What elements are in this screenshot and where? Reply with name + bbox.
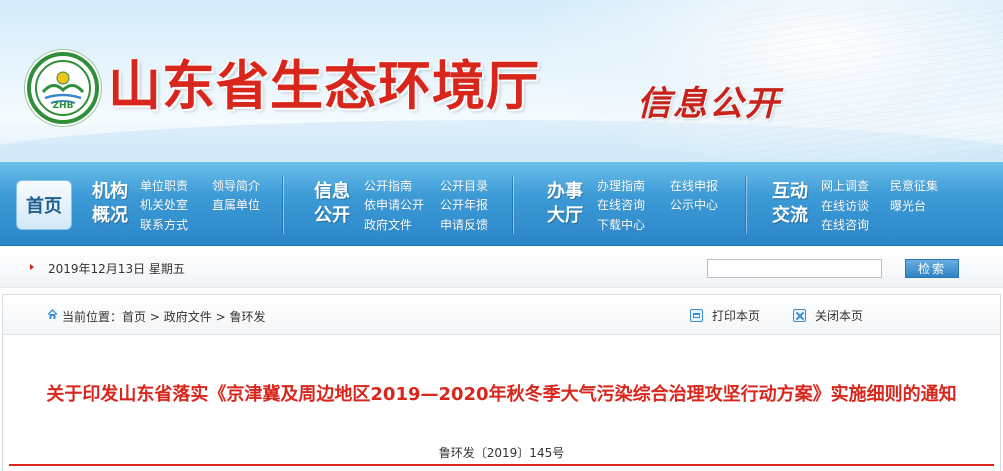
nav-separator — [512, 176, 514, 234]
current-date: 2019年12月13日 星期五 — [48, 262, 185, 276]
site-logo-emblem[interactable]: ZHB — [27, 52, 99, 124]
nav-separator — [745, 176, 747, 234]
nav-link-interviews[interactable]: 在线访谈 — [821, 197, 869, 214]
title-divider — [9, 464, 994, 466]
close-icon — [793, 309, 806, 322]
nav-link-survey[interactable]: 网上调查 — [821, 177, 869, 194]
nav-link-online-inquiry[interactable]: 在线咨询 — [821, 216, 869, 233]
logo-text: ZHB — [52, 101, 74, 111]
nav-home-button[interactable]: 首页 — [16, 180, 72, 230]
site-banner: ZHB 山东省生态环境厅 信息公开 — [0, 0, 1003, 162]
breadcrumb-label: 当前位置： — [62, 310, 123, 324]
home-icon — [47, 309, 58, 319]
nav-link-online-consult[interactable]: 在线咨询 — [597, 196, 645, 213]
nav-heading-line: 机构 — [92, 181, 128, 202]
nav-group-heading[interactable]: 机构 概况 — [90, 180, 130, 228]
breadcrumb-item-home[interactable]: 首页 — [122, 310, 146, 324]
nav-link-apply[interactable]: 依申请公开 — [364, 196, 424, 213]
print-page-button[interactable]: 打印本页 — [690, 307, 760, 324]
breadcrumb-separator: > — [215, 310, 226, 324]
date-arrow-icon — [30, 264, 34, 270]
nav-group-heading[interactable]: 互动 交流 — [770, 180, 810, 228]
nav-group-heading[interactable]: 信息 公开 — [312, 180, 352, 228]
nav-heading-line: 办事 — [547, 181, 583, 202]
article-panel: 当前位置：首页 > 政府文件 > 鲁环发 打印本页 关闭本页 关于印发山东省落实… — [2, 294, 1001, 471]
nav-link-procedure-guide[interactable]: 办理指南 — [597, 177, 645, 194]
nav-link-online-declaration[interactable]: 在线申报 — [670, 177, 718, 194]
nav-heading-line: 公开 — [314, 205, 350, 226]
nav-link-opinion-collection[interactable]: 民意征集 — [890, 177, 938, 194]
search-button[interactable]: 检索 — [905, 259, 959, 278]
nav-heading-line: 交流 — [772, 205, 808, 226]
breadcrumb-item-current[interactable]: 鲁环发 — [229, 310, 265, 324]
close-page-label: 关闭本页 — [815, 309, 864, 323]
nav-link-feedback[interactable]: 申请反馈 — [440, 216, 488, 233]
nav-heading-line: 大厅 — [547, 205, 583, 226]
site-subtitle: 信息公开 — [637, 84, 781, 124]
search-input[interactable] — [707, 259, 882, 278]
nav-heading-line: 互动 — [772, 181, 808, 202]
nav-heading-line: 信息 — [314, 181, 350, 202]
nav-group-heading[interactable]: 办事 大厅 — [545, 180, 585, 228]
nav-link-guide[interactable]: 公开指南 — [364, 177, 412, 194]
printer-icon — [690, 309, 703, 322]
nav-link-departments[interactable]: 机关处室 — [140, 196, 188, 213]
article-title: 关于印发山东省落实《京津冀及周边地区2019—2020年秋冬季大气污染综合治理攻… — [46, 384, 957, 405]
nav-separator — [282, 176, 284, 234]
site-title[interactable]: 山东省生态环境厅 — [108, 44, 540, 120]
breadcrumb-bar: 当前位置：首页 > 政府文件 > 鲁环发 打印本页 关闭本页 — [3, 295, 1000, 335]
nav-link-public-notice[interactable]: 公示中心 — [670, 196, 718, 213]
nav-link-catalog[interactable]: 公开目录 — [440, 177, 488, 194]
nav-link-leaders[interactable]: 领导简介 — [212, 177, 260, 194]
nav-link-annual-report[interactable]: 公开年报 — [440, 196, 488, 213]
nav-link-downloads[interactable]: 下载中心 — [597, 216, 645, 233]
breadcrumb-separator: > — [149, 310, 160, 324]
date-search-bar: 2019年12月13日 星期五 检索 — [0, 247, 1003, 288]
nav-link-affiliates[interactable]: 直属单位 — [212, 196, 260, 213]
main-navigation: 首页 机构 概况 单位职责 领导简介 机关处室 直属单位 联系方式 信息 公开 … — [0, 162, 1003, 246]
nav-link-contact[interactable]: 联系方式 — [140, 216, 188, 233]
close-page-button[interactable]: 关闭本页 — [793, 307, 863, 324]
breadcrumb-item-gov-documents[interactable]: 政府文件 — [164, 310, 212, 324]
nav-link-unit-duties[interactable]: 单位职责 — [140, 177, 188, 194]
print-page-label: 打印本页 — [712, 309, 761, 323]
nav-link-exposure[interactable]: 曝光台 — [890, 197, 926, 214]
document-number: 鲁环发〔2019〕145号 — [438, 446, 565, 460]
nav-heading-line: 概况 — [92, 205, 128, 226]
nav-link-gov-documents[interactable]: 政府文件 — [364, 216, 412, 233]
breadcrumb: 当前位置：首页 > 政府文件 > 鲁环发 — [62, 308, 266, 325]
